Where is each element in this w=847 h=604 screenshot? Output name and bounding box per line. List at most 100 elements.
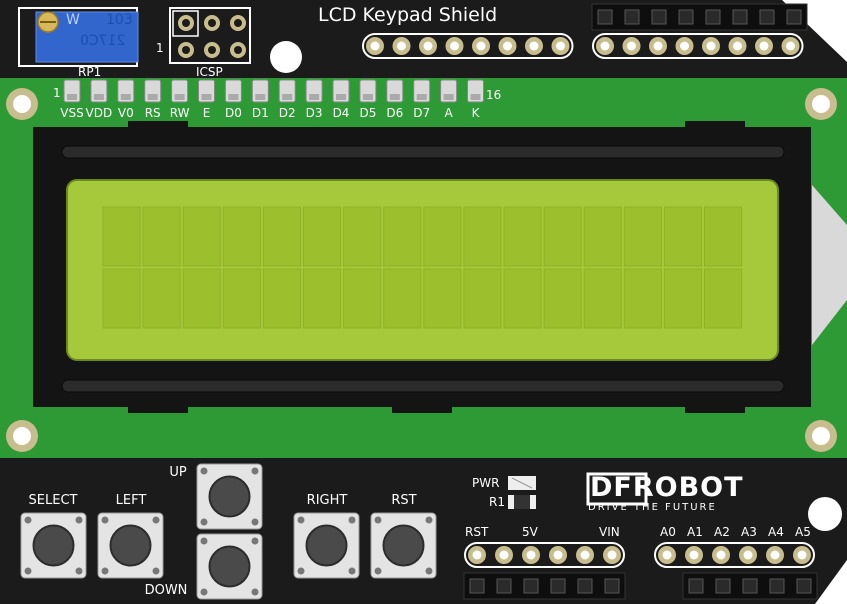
power-header-vin: VIN [599,525,620,539]
digital-header-high-pin [419,37,437,55]
lcd-char-cell [383,206,422,267]
power-header-pin [495,546,513,564]
icsp-label: ICSP [196,65,223,79]
power-female-header-socket [469,578,485,594]
analog-female-header-socket [769,578,785,594]
analog-header-pin [793,546,811,564]
lcd-pin-tab [63,79,81,103]
digital-header-low-pin [728,37,747,55]
analog-header-label: A1 [687,525,703,539]
digital-header-low-pin [675,37,694,55]
analog-header-pin [658,546,676,564]
shield-hole-top [270,41,302,73]
lcd-pin-tab [413,79,431,103]
power-female-header-socket [550,578,566,594]
power-female-header-socket [523,578,539,594]
lcd-char-cell [142,268,181,329]
digital-header-low-pin [755,37,773,55]
down-label: DOWN [144,583,188,598]
lcd-char-cell [222,206,261,267]
up-button[interactable] [196,463,263,530]
lcd-pin-label: RW [169,106,190,120]
lcd-pin-label: D0 [224,106,242,120]
lcd-char-cell [503,268,542,329]
power-female-header-socket [577,578,593,594]
lcd-char-cell [463,268,502,329]
digital-female-header-socket [624,9,640,25]
lcd-pin-tab [224,79,242,103]
lcd-char-cell [102,268,141,329]
lcd-char-cell [182,268,221,329]
lcd-char-cell [583,268,622,329]
lcd-char-cell [704,268,743,329]
icsp-pin1-label: 1 [156,41,164,55]
lcd-pin-label: D2 [278,106,296,120]
board-title: LCD Keypad Shield [318,4,498,26]
digital-header-high-pin [392,37,411,55]
digital-header-low-pin [622,37,641,55]
pwr-led [508,476,536,490]
digital-header-high-pin [551,37,570,55]
analog-header-label: A4 [768,525,784,539]
analog-female-header [682,572,818,600]
lcd-char-cell [383,268,422,329]
lcd-pin-tab [440,79,458,103]
digital-header-high-pin [366,37,384,55]
digital-header-low-pin [702,37,720,55]
power-header-pin [549,546,567,564]
mounting-hole-bottom-left [6,420,38,452]
select-button[interactable] [20,512,87,579]
lcd-pin-tab [251,79,269,103]
icsp-pin [230,42,246,58]
pwr-label: PWR [472,476,500,490]
power-header-pin [576,546,594,564]
bezel-slot-bottom [61,379,785,393]
power-header-pin [522,546,540,564]
lcd-pin-first-index: 1 [53,86,61,100]
lcd-pin-tab [359,79,377,103]
lcd-pin-label: V0 [117,106,134,120]
power-female-header-socket [496,578,512,594]
lcd-char-cell [704,206,743,267]
shield-hole-bottom [808,497,842,531]
analog-header-pin [739,546,757,564]
power-header-pin [603,546,621,564]
left-button[interactable] [97,512,164,579]
rst-button[interactable] [370,512,437,579]
lcd-pin-label: D5 [359,106,377,120]
lcd-char-cell [543,206,582,267]
left-label: LEFT [115,493,147,508]
lcd-pin-last-index: 16 [486,88,502,102]
digital-header-low-pin [781,37,800,55]
analog-header-label: A0 [660,525,676,539]
lcd-char-cell [463,206,502,267]
mounting-hole-top-left [6,88,38,120]
icsp-pin [204,42,220,58]
lcd-pin-tab [144,79,162,103]
lcd-char-cell [423,268,462,329]
pot-label: RP1 [78,65,102,79]
down-button[interactable] [196,533,263,600]
power-female-header-socket [604,578,620,594]
analog-header-label: A2 [714,525,730,539]
icsp-pin [178,42,194,58]
lcd-pin-tab [386,79,404,103]
lcd-char-cell [623,206,662,267]
digital-header-high-pin [445,37,464,55]
lcd-char-cell [583,206,622,267]
right-button[interactable] [293,512,360,579]
lcd-pin-label: D4 [332,106,350,120]
digital-female-header-socket [678,9,694,25]
digital-female-header-socket [705,9,721,25]
mounting-hole-bottom-right [805,420,837,452]
lcd-keypad-shield-diagram: LCD Keypad Shield W 103 217C0 RP1 ICSP 1… [0,0,847,604]
lcd-char-cell [343,206,382,267]
pot-marking-217c0: 217C0 [80,33,126,49]
lcd-char-cell [262,206,301,267]
lcd-pin-tab [90,79,108,103]
lcd-pin-label: E [202,106,211,120]
lcd-pin-label: D6 [386,106,404,120]
lcd-pin-label: A [444,106,453,120]
lcd-pin-tab [332,79,350,103]
power-header-pin [468,546,486,564]
